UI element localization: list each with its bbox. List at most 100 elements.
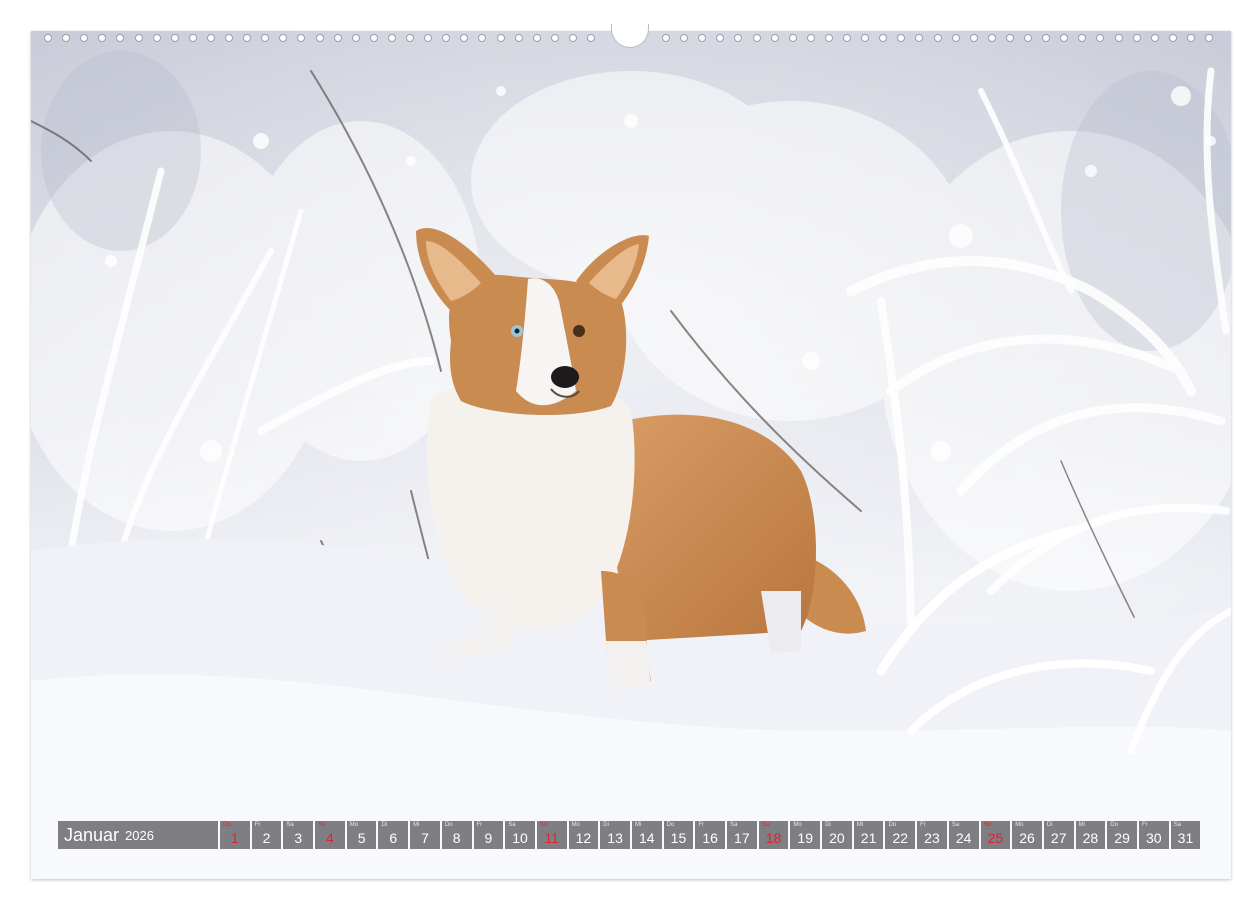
day-weekday: Fr — [476, 822, 483, 828]
binding-hole — [424, 34, 433, 42]
day-weekday: Di — [603, 822, 609, 828]
day-weekday: Fr — [1141, 822, 1148, 828]
day-number: 24 — [955, 830, 972, 846]
binding-hole — [206, 34, 215, 42]
binding-hole — [1078, 34, 1087, 42]
binding-hole — [1096, 34, 1105, 42]
day-number: 2 — [262, 830, 271, 846]
day-number: 23 — [924, 830, 940, 846]
binding-hole — [1060, 34, 1069, 42]
day-number: 19 — [797, 830, 813, 846]
calendar-photo — [31, 31, 1231, 879]
binding-hole — [1042, 34, 1051, 42]
day-cell: Do 1 — [220, 821, 250, 849]
day-number: 18 — [765, 830, 782, 846]
day-weekday: Sa — [730, 822, 738, 828]
binding-hole — [243, 34, 252, 42]
day-number: 31 — [1177, 830, 1194, 846]
binding-hole — [261, 34, 270, 42]
day-cell: Sa 17 — [727, 821, 757, 849]
day-cell: Mi 7 — [410, 821, 440, 849]
day-number: 22 — [892, 830, 909, 846]
day-weekday: Mi — [634, 822, 642, 828]
binding-hole — [170, 34, 179, 42]
binding-hole — [297, 34, 306, 42]
day-weekday: So — [318, 822, 326, 828]
binding-hole — [44, 34, 52, 42]
day-number: 15 — [670, 830, 687, 846]
binding-hole — [1024, 34, 1032, 42]
binding-hole — [460, 34, 469, 42]
month-label: Januar 2026 — [58, 821, 218, 849]
day-number: 14 — [638, 830, 655, 846]
day-weekday: Fr — [254, 822, 261, 828]
binding-hole — [568, 34, 577, 42]
day-number: 12 — [575, 830, 592, 846]
binding-hole — [698, 34, 707, 42]
day-weekday: Fr — [698, 822, 704, 828]
binding-hole — [134, 34, 143, 42]
binding-hole — [315, 34, 324, 42]
binding-hole — [62, 34, 71, 42]
binding-hole — [442, 34, 451, 42]
day-number: 27 — [1050, 830, 1067, 846]
day-weekday: Mo — [349, 822, 359, 828]
day-cell: Sa 24 — [948, 821, 979, 849]
day-weekday: Do — [1110, 822, 1118, 828]
binding-hole — [915, 34, 924, 42]
binding-hole — [387, 34, 396, 42]
binding-hole — [806, 34, 815, 42]
day-cell: Mo 12 — [568, 821, 599, 849]
day-weekday: Do — [666, 822, 675, 828]
day-cell: Mi 28 — [1075, 821, 1106, 849]
day-number: 8 — [452, 830, 461, 846]
day-weekday: Do — [223, 822, 231, 828]
day-cell: Fr 9 — [473, 821, 504, 849]
binding-hole — [987, 34, 996, 42]
day-weekday: Mo — [571, 822, 580, 828]
day-number: 20 — [829, 830, 845, 846]
day-weekday: So — [983, 822, 991, 828]
day-weekday: Sa — [508, 822, 516, 828]
day-cell: Fr 2 — [251, 821, 282, 849]
day-cell: Fr 16 — [695, 821, 725, 849]
binding-hole — [152, 34, 161, 42]
day-number: 7 — [421, 830, 429, 846]
day-weekday: Sa — [1173, 822, 1181, 828]
binding-hole — [951, 34, 960, 42]
day-weekday: Sa — [286, 822, 294, 828]
binding-hole — [514, 34, 523, 42]
day-number: 16 — [702, 830, 718, 846]
binding-hole — [788, 34, 797, 42]
binding-hole — [188, 34, 197, 42]
binding-hole — [1205, 34, 1213, 42]
snow-scene-illustration — [31, 31, 1231, 879]
day-weekday: Fr — [920, 822, 926, 828]
binding-hole — [770, 34, 779, 42]
binding-hole — [351, 34, 360, 42]
day-weekday: Do — [444, 822, 453, 828]
day-cell: Mi 21 — [853, 821, 884, 849]
day-cell: Di 27 — [1043, 821, 1074, 849]
day-cell: Do 29 — [1107, 821, 1137, 849]
day-cell: So 18 — [758, 821, 789, 849]
calendar-strip: Januar 2026 Do 1 Fr 2 Sa 3 So 4 Mo 5 Di 6 Mi 7 Do 8 Fr 9 S… — [58, 821, 1201, 849]
day-weekday: Di — [1046, 822, 1053, 828]
binding-hole — [933, 34, 942, 42]
day-cell: Do 15 — [663, 821, 694, 849]
day-number: 9 — [484, 830, 493, 846]
day-cell: Mo 26 — [1012, 821, 1042, 849]
day-cell: So 4 — [315, 821, 345, 849]
binding-hole — [662, 34, 670, 42]
binding-hole — [897, 34, 906, 42]
day-cell: Do 8 — [441, 821, 472, 849]
binding-hole — [1132, 34, 1141, 42]
binding-hole — [406, 34, 414, 42]
binding-hole — [225, 34, 233, 42]
day-number: 13 — [607, 830, 623, 846]
binding-hole — [80, 34, 89, 42]
day-cell: Mo 19 — [790, 821, 821, 849]
binding-hole — [680, 34, 689, 42]
binding-hole — [716, 34, 725, 42]
day-number: 5 — [357, 830, 366, 846]
